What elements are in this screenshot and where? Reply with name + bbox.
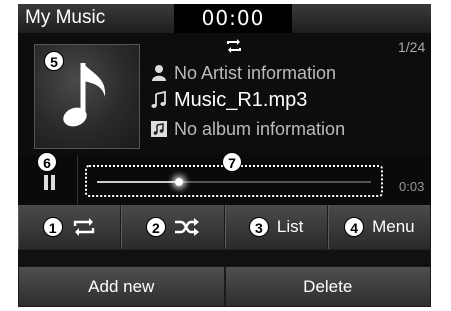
callout-7: 7 [222, 152, 242, 172]
add-new-button[interactable]: Add new [18, 266, 225, 307]
top-bar: My Music 00:00 [18, 4, 431, 33]
album-icon [151, 121, 167, 137]
seek-fill [97, 181, 180, 183]
album-line: No album information [150, 118, 345, 140]
control-bar: 1 2 3 List 4 Menu [18, 205, 431, 249]
divider-row [18, 249, 431, 265]
artist-line: No Artist information [150, 62, 336, 84]
seek-track [97, 178, 371, 186]
music-note-small-icon [151, 91, 166, 108]
shuffle-icon [174, 218, 199, 236]
delete-button[interactable]: Delete [224, 266, 431, 307]
callout-6: 6 [37, 152, 57, 172]
menu-label: Menu [372, 217, 415, 236]
artist-text: No Artist information [174, 62, 337, 83]
callout-1: 1 [42, 217, 63, 237]
bottom-bar: Add new Delete [18, 266, 431, 307]
elapsed-time: 0:03 [399, 179, 425, 194]
track-count: 1/24 [398, 39, 426, 55]
person-icon [152, 65, 166, 81]
repeat-icon [73, 218, 94, 236]
repeat-button[interactable]: 1 [18, 205, 122, 249]
repeat-status-icon [227, 39, 241, 53]
list-label: List [276, 217, 304, 236]
clock: 00:00 [174, 4, 292, 33]
music-screen: My Music 00:00 5 1/24 No Artist informat… [18, 4, 431, 307]
progress-area: 6 7 0:03 [18, 152, 431, 205]
album-text: No album information [174, 118, 346, 139]
file-line: Music_R1.mp3 [150, 89, 307, 111]
menu-button[interactable]: 4 Menu [327, 205, 431, 249]
shuffle-button[interactable]: 2 [121, 205, 225, 249]
callout-3: 3 [248, 217, 269, 237]
pause-icon [44, 175, 48, 190]
now-playing-info: 5 1/24 No Artist information Music_R1.mp… [18, 33, 431, 155]
callout-2: 2 [145, 217, 166, 237]
seek-knob[interactable] [175, 178, 184, 186]
callout-5: 5 [44, 51, 64, 71]
app-title: My Music [25, 7, 106, 28]
file-name: Music_R1.mp3 [174, 88, 308, 111]
callout-4: 4 [344, 217, 365, 237]
music-note-icon [63, 63, 106, 127]
list-button[interactable]: 3 List [224, 205, 328, 249]
